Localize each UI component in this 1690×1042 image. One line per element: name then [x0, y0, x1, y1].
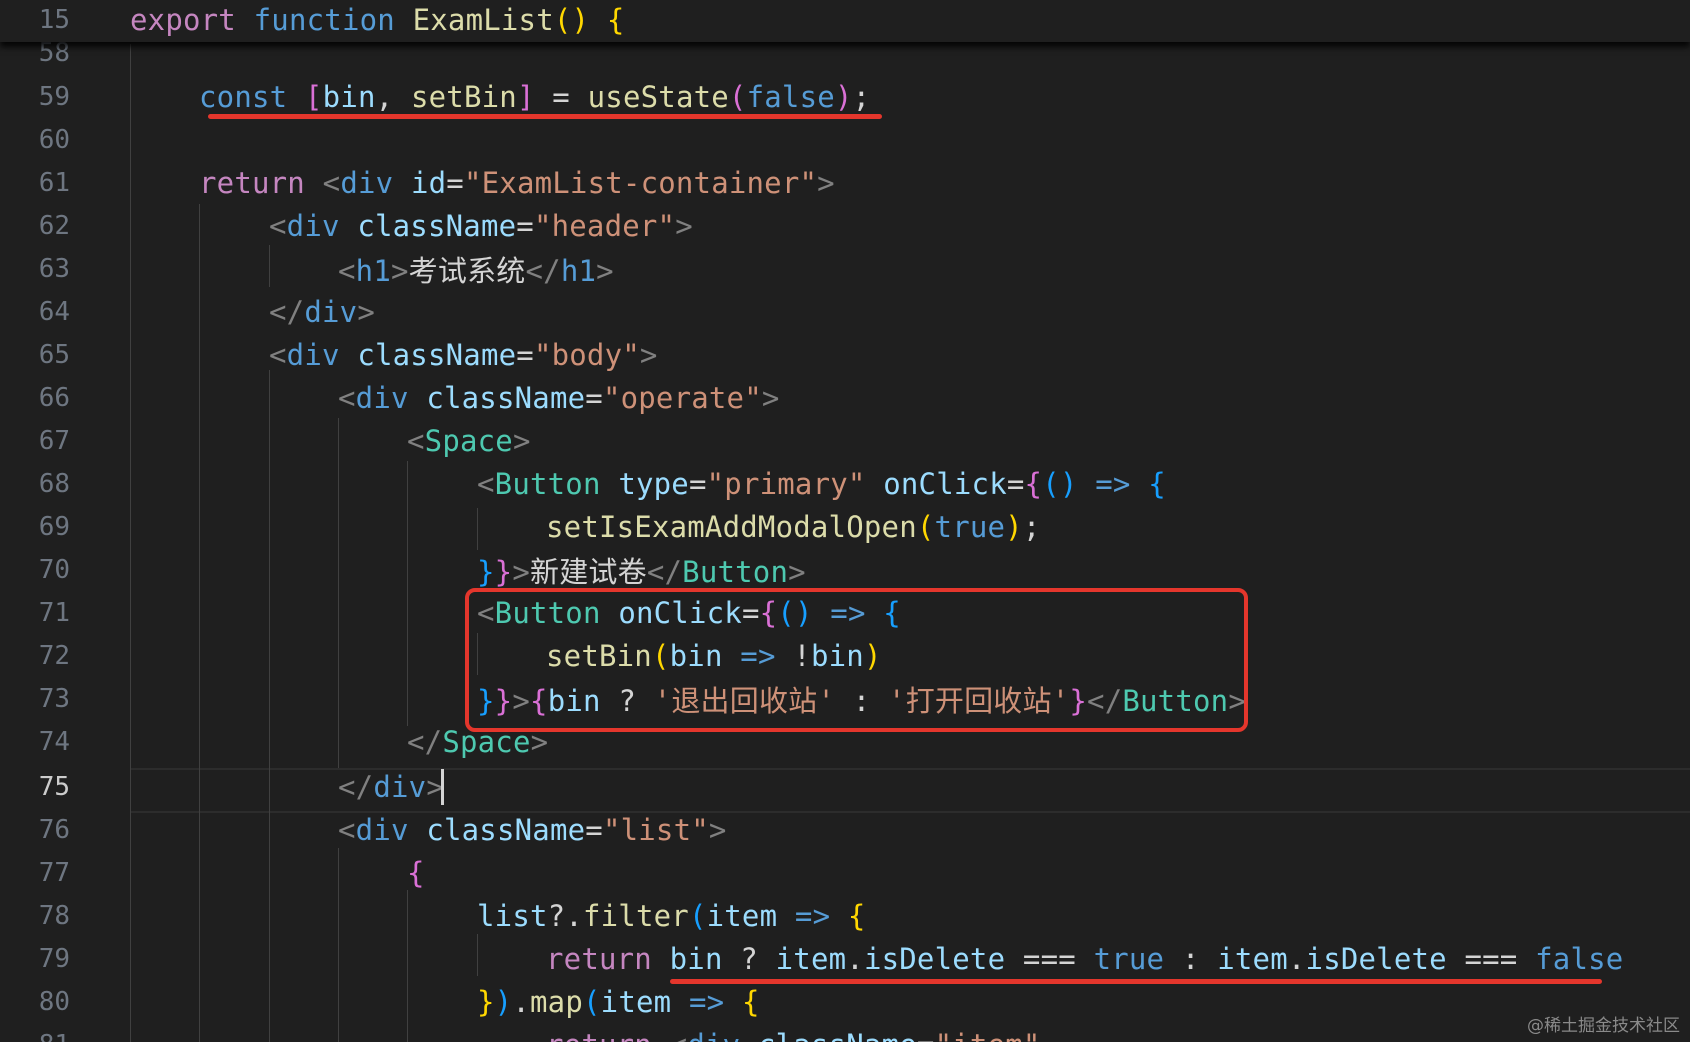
code-line[interactable]: 60	[0, 118, 1690, 161]
code-line[interactable]: 65 <div className="body">	[0, 333, 1690, 376]
code-line[interactable]: 80 }).map(item => {	[0, 980, 1690, 1023]
code-editor[interactable]: 15 export function ExamList() { 58 59 co…	[0, 0, 1690, 1042]
code-line[interactable]: 68 <Button type="primary" onClick={() =>…	[0, 462, 1690, 505]
line-number: 59	[38, 81, 70, 112]
code-text: return bin ? item.isDelete === true : it…	[546, 941, 1624, 976]
indent-guide	[338, 418, 339, 768]
indent-guide	[338, 848, 339, 1042]
code-text: {	[407, 855, 425, 890]
indent-guide	[407, 890, 408, 1042]
code-line-active[interactable]: 75 </div>	[0, 765, 1690, 808]
watermark: @稀土掘金技术社区	[1527, 1016, 1680, 1036]
line-number: 72	[38, 640, 70, 671]
line-number: 61	[38, 167, 70, 198]
line-number: 79	[38, 943, 70, 974]
indent-guide	[269, 370, 270, 1042]
line-number: 81	[0, 1030, 70, 1042]
indent-guide	[477, 508, 478, 550]
code-line[interactable]: 70 }}>新建试卷</Button>	[0, 548, 1690, 591]
code-text: const [bin, setBin] = useState(false);	[199, 79, 871, 114]
code-text: }).map(item => {	[477, 984, 760, 1019]
line-number: 15	[38, 5, 70, 35]
code-text: setIsExamAddModalOpen(true);	[546, 509, 1041, 544]
code-line[interactable]: 66 <div className="operate">	[0, 376, 1690, 419]
line-number: 70	[38, 554, 70, 585]
code-text: </div>	[269, 294, 375, 329]
code-line[interactable]: 64 </div>	[0, 290, 1690, 333]
line-number: 74	[38, 726, 70, 757]
red-underline-annotation	[208, 114, 882, 119]
code-text: export function ExamList() {	[130, 3, 625, 37]
code-line[interactable]: 62 <div className="header">	[0, 204, 1690, 247]
indent-guide	[130, 44, 131, 1042]
line-number: 67	[38, 425, 70, 456]
line-number: 76	[38, 814, 70, 845]
text-cursor	[441, 769, 444, 805]
sticky-scroll-header[interactable]: 15 export function ExamList() {	[0, 0, 1690, 42]
code-text: return <div id="ExamList-container">	[199, 165, 835, 200]
code-text: <div className="operate">	[338, 380, 780, 415]
red-underline-annotation	[670, 979, 1602, 984]
line-number: 66	[38, 382, 70, 413]
code-line[interactable]: 67 <Space>	[0, 419, 1690, 462]
line-number: 78	[38, 900, 70, 931]
code-line[interactable]: 59 const [bin, setBin] = useState(false)…	[0, 75, 1690, 118]
code-text: <div className="list">	[338, 812, 727, 847]
code-line[interactable]: 63 <h1>考试系统</h1>	[0, 247, 1690, 290]
code-text: <Button type="primary" onClick={() => {	[477, 466, 1166, 501]
code-text: <div className="body">	[269, 337, 658, 372]
code-line[interactable]: 79 return bin ? item.isDelete === true :…	[0, 937, 1690, 980]
line-number: 71	[38, 597, 70, 628]
line-number: 65	[38, 339, 70, 370]
code-text: <h1>考试系统</h1>	[338, 253, 614, 288]
line-number: 63	[38, 253, 70, 284]
code-text: return <div className="item"	[546, 1028, 1041, 1042]
code-text: </div>	[338, 769, 444, 804]
indent-guide	[269, 245, 270, 287]
code-line[interactable]: 69 setIsExamAddModalOpen(true);	[0, 505, 1690, 548]
code-line[interactable]: 81 return <div className="item"	[0, 1023, 1690, 1042]
line-number: 64	[38, 296, 70, 327]
code-text: <div className="header">	[269, 208, 693, 243]
line-number: 80	[38, 986, 70, 1017]
line-number: 75	[38, 771, 70, 802]
code-line[interactable]: 76 <div className="list">	[0, 808, 1690, 851]
line-number: 68	[38, 468, 70, 499]
red-box-annotation	[465, 588, 1248, 732]
indent-guide	[477, 934, 478, 976]
sticky-line: 15 export function ExamList() {	[0, 0, 1690, 40]
line-number: 58	[38, 37, 70, 68]
code-line[interactable]: 77 {	[0, 851, 1690, 894]
code-line[interactable]: 61 return <div id="ExamList-container">	[0, 161, 1690, 204]
code-text: }}>新建试卷</Button>	[477, 554, 806, 589]
code-text: list?.filter(item => {	[477, 898, 866, 933]
line-number: 77	[38, 857, 70, 888]
code-text: <Space>	[407, 423, 531, 458]
code-line[interactable]: 78 list?.filter(item => {	[0, 894, 1690, 937]
line-number: 73	[38, 683, 70, 714]
line-number: 69	[38, 511, 70, 542]
line-number: 60	[38, 124, 70, 155]
indent-guide	[407, 461, 408, 726]
indent-guide	[199, 204, 200, 1042]
line-number: 62	[38, 210, 70, 241]
